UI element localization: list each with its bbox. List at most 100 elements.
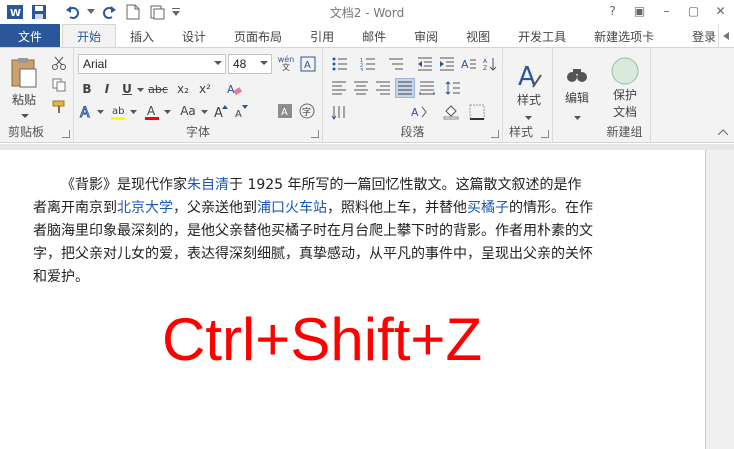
multilevel-list-icon[interactable]: [385, 54, 407, 74]
editing-dropdown-icon[interactable]: [573, 114, 581, 122]
text-direction-icon[interactable]: [329, 102, 349, 122]
editing-button[interactable]: 编辑: [557, 54, 597, 114]
tab-mailings[interactable]: 邮件: [348, 24, 400, 48]
vertical-scrollbar[interactable]: [706, 150, 734, 449]
svg-text:A: A: [235, 109, 242, 119]
svg-text:A: A: [227, 83, 235, 96]
tab-insert[interactable]: 插入: [116, 24, 168, 48]
copy-icon[interactable]: [50, 76, 68, 94]
align-right-icon[interactable]: [373, 78, 393, 98]
protect-document-button[interactable]: 保护 文档: [603, 56, 647, 120]
tab-home[interactable]: 开始: [62, 24, 117, 48]
numbering-icon[interactable]: 123: [357, 54, 379, 74]
paragraph-text: ，父亲送他到: [173, 200, 257, 216]
align-center-icon[interactable]: [351, 78, 371, 98]
hyperlink-text[interactable]: 浦口火车站: [257, 200, 327, 216]
paragraph-launcher-icon[interactable]: [491, 130, 499, 138]
svg-text:ab: ab: [112, 106, 124, 117]
highlight-color-icon[interactable]: ab: [108, 102, 128, 122]
shrink-font-icon[interactable]: A: [232, 102, 250, 120]
paste-button[interactable]: 粘贴: [6, 54, 42, 110]
superscript-button[interactable]: x²: [196, 80, 214, 98]
format-painter-icon[interactable]: [50, 98, 68, 116]
tab-view[interactable]: 视图: [452, 24, 504, 48]
bullets-icon[interactable]: [329, 54, 351, 74]
clipboard-group: 粘贴 剪贴板: [0, 48, 74, 142]
underline-button[interactable]: U: [118, 80, 136, 98]
align-left-icon[interactable]: [329, 78, 349, 98]
editing-button-label: 编辑: [564, 90, 589, 105]
phonetic-guide-icon[interactable]: wén 文: [276, 54, 296, 74]
distributed-icon[interactable]: [417, 78, 437, 98]
document-area: 《背影》是现代作家朱自清于 1925 年所写的一篇回忆性散文。这篇散文叙述的是作…: [0, 144, 734, 449]
tab-review[interactable]: 审阅: [400, 24, 452, 48]
paragraph-group-label: 段落: [400, 125, 425, 139]
maximize-button[interactable]: ▢: [680, 0, 707, 22]
text-effects-dropdown-icon[interactable]: [96, 108, 104, 116]
styles-button[interactable]: A 样式: [509, 54, 549, 114]
close-button[interactable]: ✕: [707, 0, 734, 22]
sort-icon[interactable]: AZ: [481, 54, 499, 74]
justify-icon[interactable]: [395, 78, 415, 98]
increase-indent-icon[interactable]: [437, 54, 457, 74]
italic-button[interactable]: I: [98, 80, 116, 98]
sign-in-link[interactable]: 登录: [692, 24, 716, 48]
hyperlink-text[interactable]: 北京大学: [117, 200, 173, 216]
tab-developer[interactable]: 开发工具: [504, 24, 580, 48]
svg-text:A: A: [214, 106, 223, 119]
tab-page-layout[interactable]: 页面布局: [220, 24, 296, 48]
styles-dropdown-icon[interactable]: [524, 114, 532, 122]
font-launcher-icon[interactable]: [311, 130, 319, 138]
strikethrough-button[interactable]: abc: [146, 80, 170, 98]
shading-icon[interactable]: [441, 102, 461, 122]
asian-typography-icon[interactable]: A: [407, 102, 431, 122]
new-group-label: 新建组: [606, 125, 643, 139]
cut-icon[interactable]: [50, 54, 68, 72]
underline-dropdown-icon[interactable]: [136, 86, 144, 94]
title-bar: W 文档2 - Word ? ▣ – ▢ ✕: [0, 0, 734, 24]
grow-font-icon[interactable]: A: [212, 102, 230, 120]
collapse-ribbon-icon[interactable]: [716, 126, 730, 138]
line-spacing-icon[interactable]: [443, 78, 463, 98]
enclose-characters-icon[interactable]: 字: [298, 102, 316, 120]
tab-references[interactable]: 引用: [296, 24, 348, 48]
help-button[interactable]: ?: [599, 0, 626, 22]
character-border-icon[interactable]: A: [298, 54, 318, 74]
svg-text:3: 3: [360, 68, 363, 71]
font-name-combo[interactable]: Arial: [78, 54, 226, 74]
styles-launcher-icon[interactable]: [541, 130, 549, 138]
font-color-icon[interactable]: A: [142, 102, 162, 122]
tab-design[interactable]: 设计: [168, 24, 220, 48]
hyperlink-text[interactable]: 买橘子: [467, 200, 509, 216]
bold-button[interactable]: B: [78, 80, 96, 98]
subscript-button[interactable]: x₂: [174, 80, 192, 98]
font-color-dropdown-icon[interactable]: [163, 108, 171, 116]
account-icon[interactable]: [718, 24, 734, 48]
paragraph-group: 123 A AZ A 段落: [323, 48, 503, 142]
svg-text:字: 字: [302, 106, 311, 118]
character-shading-icon[interactable]: A: [276, 102, 294, 120]
chinese-layout-icon[interactable]: A: [459, 54, 479, 74]
clear-formatting-icon[interactable]: A: [224, 80, 244, 98]
decrease-indent-icon[interactable]: [415, 54, 435, 74]
text-effects-icon[interactable]: A: [78, 102, 96, 120]
clipboard-launcher-icon[interactable]: [62, 130, 70, 138]
borders-icon[interactable]: [467, 102, 487, 122]
tab-new-tab[interactable]: 新建选项卡: [580, 24, 668, 48]
protect-document-label-1: 保护: [612, 88, 637, 102]
svg-text:A: A: [304, 60, 311, 71]
body-paragraph[interactable]: 《背影》是现代作家朱自清于 1925 年所写的一篇回忆性散文。这篇散文叙述的是作…: [33, 174, 595, 289]
ribbon-tab-bar: 文件 开始 插入 设计 页面布局 引用 邮件 审阅 视图 开发工具 新建选项卡 …: [0, 24, 734, 48]
paste-dropdown-icon[interactable]: [20, 112, 30, 120]
change-case-button[interactable]: Aa: [176, 102, 200, 120]
font-name-value: Arial: [83, 57, 108, 71]
minimize-button[interactable]: –: [653, 0, 680, 22]
hyperlink-text[interactable]: 朱自清: [187, 177, 229, 193]
font-size-combo[interactable]: 48: [228, 54, 272, 74]
highlight-dropdown-icon[interactable]: [129, 108, 137, 116]
ribbon-display-options-button[interactable]: ▣: [626, 0, 653, 22]
change-case-dropdown-icon[interactable]: [200, 108, 208, 116]
document-page[interactable]: 《背影》是现代作家朱自清于 1925 年所写的一篇回忆性散文。这篇散文叙述的是作…: [0, 150, 706, 449]
tab-file[interactable]: 文件: [0, 24, 60, 48]
svg-text:A: A: [80, 105, 90, 119]
